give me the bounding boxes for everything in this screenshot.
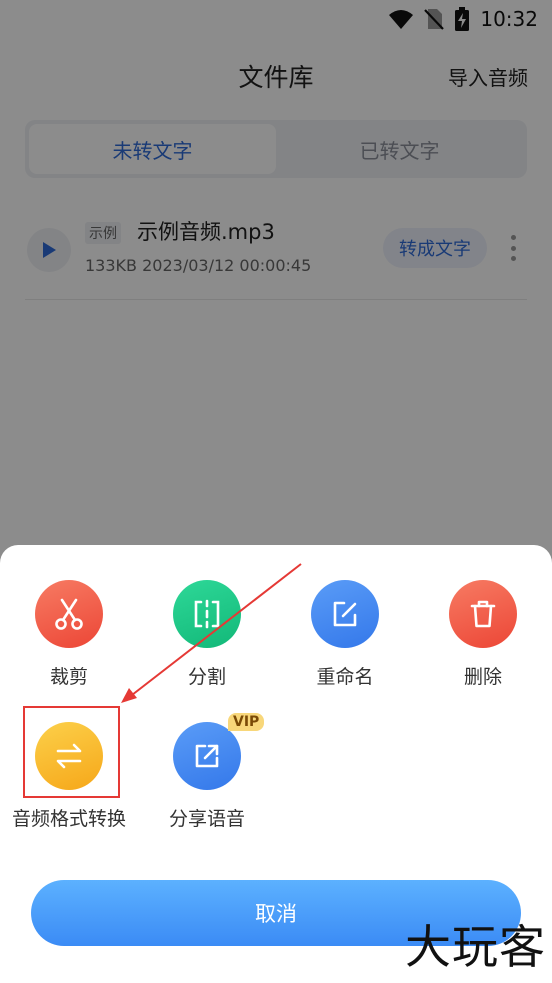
trash-icon (470, 600, 496, 628)
split-icon-circle (173, 580, 241, 648)
edit-icon (333, 601, 357, 627)
delete-icon-circle (449, 580, 517, 648)
action-label: 删除 (463, 666, 502, 688)
action-label: 分割 (187, 666, 226, 688)
action-label: 裁剪 (49, 666, 88, 688)
action-share-voice[interactable]: VIP 分享语音 (142, 713, 272, 831)
highlight-annotation-box (23, 706, 120, 798)
share-icon-circle (173, 722, 241, 790)
action-split[interactable]: 分割 (142, 580, 272, 689)
action-label: 分享语音 (168, 808, 245, 830)
action-label: 音频格式转换 (11, 808, 126, 830)
scissors-icon (55, 598, 83, 630)
action-label: 重命名 (316, 666, 374, 688)
watermark-logo: 大玩客 (405, 920, 546, 974)
vip-badge: VIP (228, 713, 265, 731)
action-delete[interactable]: 删除 (418, 580, 548, 689)
trim-icon-circle (35, 580, 103, 648)
split-icon (194, 599, 220, 629)
screen: 10:32 文件库 导入音频 未转文字 已转文字 示例 示例音频.mp3 133… (0, 0, 552, 983)
action-rename[interactable]: 重命名 (280, 580, 410, 689)
rename-icon-circle (311, 580, 379, 648)
share-icon (195, 744, 219, 768)
action-trim[interactable]: 裁剪 (4, 580, 134, 689)
